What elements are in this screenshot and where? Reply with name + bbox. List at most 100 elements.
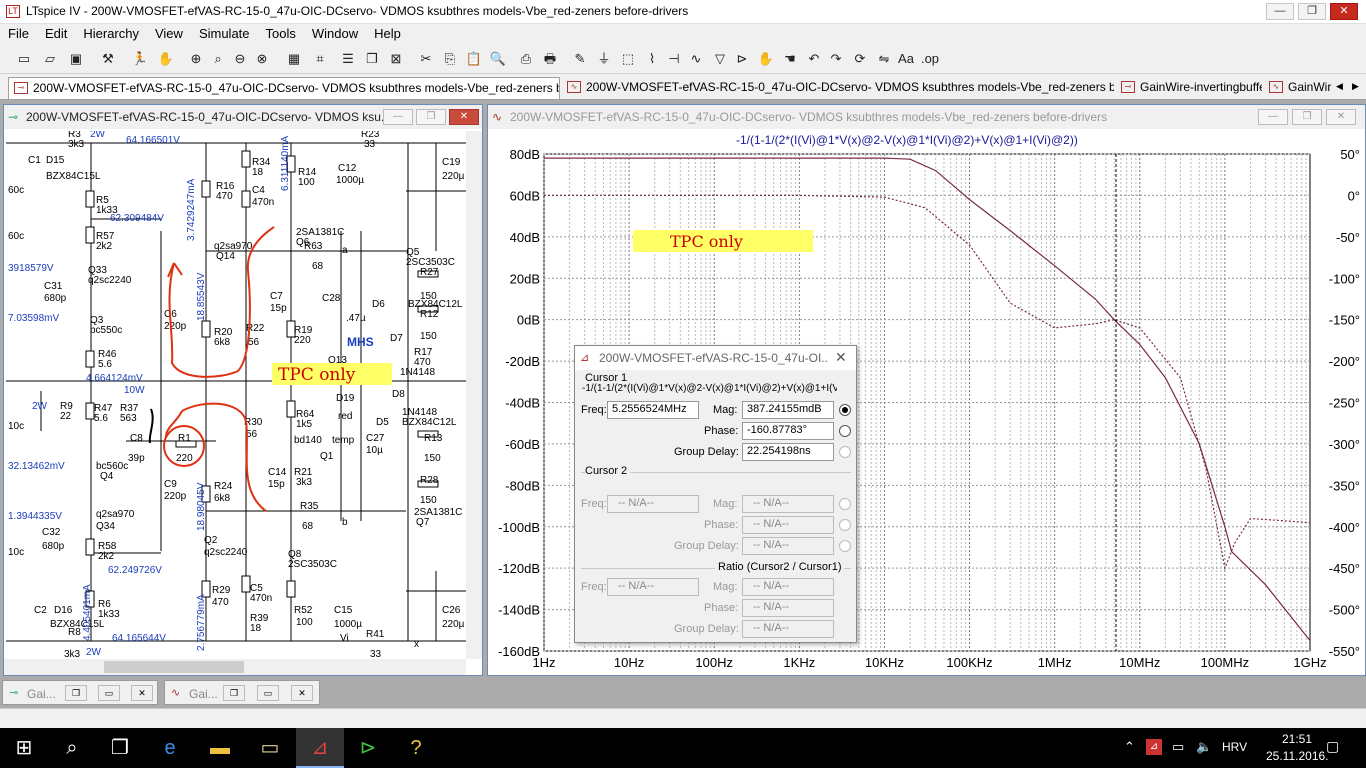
diode-icon[interactable]: ▽ bbox=[710, 49, 730, 69]
cursor1-gd-radio[interactable] bbox=[839, 446, 851, 458]
cursor2-group-delay-field[interactable]: -- N/A-- bbox=[742, 537, 834, 555]
menu-tools[interactable]: Tools bbox=[258, 24, 304, 44]
undo-icon[interactable]: ↶ bbox=[804, 49, 824, 69]
grid-icon[interactable]: ⌗ bbox=[310, 49, 330, 69]
ground-icon[interactable]: ⏚ bbox=[594, 49, 614, 69]
ratio-phase-field[interactable]: -- N/A-- bbox=[742, 599, 834, 617]
cursor1-group-delay-field[interactable]: 22.254198ns bbox=[742, 443, 834, 461]
paste-icon[interactable]: 📋 bbox=[464, 49, 484, 69]
autorange-icon[interactable]: ▦ bbox=[284, 49, 304, 69]
cursor1-phase-field[interactable]: -160.87783° bbox=[742, 422, 834, 440]
drag-icon[interactable]: ☚ bbox=[780, 49, 800, 69]
waveform-close-button[interactable]: ✕ bbox=[1326, 109, 1356, 125]
restore-icon[interactable]: ❐ bbox=[65, 685, 87, 701]
spice-directive-icon[interactable]: .op bbox=[920, 49, 940, 69]
clock-time[interactable]: 21:51 bbox=[1282, 732, 1312, 746]
zoom-pan-icon[interactable]: ⌕ bbox=[208, 49, 228, 69]
menu-view[interactable]: View bbox=[147, 24, 191, 44]
trace-expression-label[interactable]: -1/(1-1/(2*(I(Vi)@1*V(x)@2-V(x)@1*I(Vi)@… bbox=[736, 133, 1078, 147]
cursor1-freq-field[interactable]: 5.2556524MHz bbox=[607, 401, 699, 419]
schematic-horizontal-scrollbar[interactable] bbox=[4, 659, 466, 675]
restore-icon[interactable]: ❐ bbox=[223, 685, 245, 701]
capacitor-icon[interactable]: ⊣ bbox=[664, 49, 684, 69]
start-icon[interactable]: ⊞ bbox=[0, 728, 48, 768]
schematic-minimize-button[interactable]: — bbox=[383, 109, 413, 125]
help-taskbar-icon[interactable]: ? bbox=[392, 728, 440, 768]
tray-chevron-icon[interactable]: ⌃ bbox=[1124, 739, 1135, 755]
cursor2-phase-field[interactable]: -- N/A-- bbox=[742, 516, 834, 534]
schematic-close-button[interactable]: ✕ bbox=[449, 109, 479, 125]
close-window-icon[interactable]: ⊠ bbox=[386, 49, 406, 69]
tab-gainwire-2[interactable]: ∿ GainWir bbox=[1264, 77, 1332, 99]
minimized-window-2[interactable]: ∿ Gai... ❐ ▭ ✕ bbox=[164, 680, 320, 705]
ltspice-taskbar-icon[interactable]: ⊿ bbox=[296, 728, 344, 768]
rotate-icon[interactable]: ⟳ bbox=[850, 49, 870, 69]
pan-icon[interactable]: ✋ bbox=[156, 49, 176, 69]
run-icon[interactable]: 🏃 bbox=[130, 49, 150, 69]
language-indicator[interactable]: HRV bbox=[1222, 740, 1247, 754]
ratio-group-delay-field[interactable]: -- N/A-- bbox=[742, 620, 834, 638]
minimized-window-1[interactable]: ⊸ Gai... ❐ ▭ ✕ bbox=[2, 680, 158, 705]
zoom-out-icon[interactable]: ⊖ bbox=[230, 49, 250, 69]
cursor2-phase-radio[interactable] bbox=[839, 519, 851, 531]
ratio-freq-field[interactable]: -- N/A-- bbox=[607, 578, 699, 596]
search-icon[interactable]: ⌕ bbox=[48, 728, 96, 768]
menu-hierarchy[interactable]: Hierarchy bbox=[75, 24, 147, 44]
tile-horizontal-icon[interactable]: ☰ bbox=[338, 49, 358, 69]
cursor2-gd-radio[interactable] bbox=[839, 540, 851, 552]
move-icon[interactable]: ✋ bbox=[756, 49, 776, 69]
new-schematic-icon[interactable]: ▭ bbox=[14, 49, 34, 69]
inductor-icon[interactable]: ∿ bbox=[686, 49, 706, 69]
cursor1-phase-radio[interactable] bbox=[839, 425, 851, 437]
menu-edit[interactable]: Edit bbox=[37, 24, 75, 44]
mirror-icon[interactable]: ⇋ bbox=[874, 49, 894, 69]
open-icon[interactable]: ▱ bbox=[40, 49, 60, 69]
label-net-icon[interactable]: ⬚ bbox=[618, 49, 638, 69]
close-icon[interactable]: ✕ bbox=[131, 685, 153, 701]
cursor1-mag-radio[interactable] bbox=[839, 404, 851, 416]
schematic-restore-button[interactable]: ❐ bbox=[416, 109, 446, 125]
close-icon[interactable]: ✕ bbox=[291, 685, 313, 701]
cursor2-mag-field[interactable]: -- N/A-- bbox=[742, 495, 834, 513]
tab-waveform[interactable]: ∿ 200W-VMOSFET-efVAS-RC-15-0_47u-OIC-DCs… bbox=[562, 77, 1114, 99]
folder-icon[interactable]: ▭ bbox=[246, 728, 294, 768]
cut-icon[interactable]: ✂ bbox=[416, 49, 436, 69]
minimize-button[interactable]: — bbox=[1266, 3, 1294, 20]
close-icon[interactable]: ✕ bbox=[835, 349, 847, 366]
cursor1-mag-field[interactable]: 387.24155mdB bbox=[742, 401, 834, 419]
cascade-icon[interactable]: ❐ bbox=[362, 49, 382, 69]
menu-file[interactable]: File bbox=[0, 24, 37, 44]
tray-network-icon[interactable]: ▭ bbox=[1172, 739, 1184, 755]
tab-schematic[interactable]: ⊸ 200W-VMOSFET-efVAS-RC-15-0_47u-OIC-DCs… bbox=[8, 77, 560, 99]
waveform-restore-button[interactable]: ❐ bbox=[1292, 109, 1322, 125]
waveform-minimize-button[interactable]: — bbox=[1258, 109, 1288, 125]
cursor2-mag-radio[interactable] bbox=[839, 498, 851, 510]
tab-gainwire[interactable]: ⊸ GainWire-invertingbuffer bbox=[1116, 77, 1262, 99]
tray-volume-icon[interactable]: 🔈 bbox=[1196, 739, 1212, 755]
resistor-icon[interactable]: ⌇ bbox=[642, 49, 662, 69]
wire-icon[interactable]: ✎ bbox=[570, 49, 590, 69]
notifications-icon[interactable]: ▢ bbox=[1326, 738, 1339, 755]
maximize-button[interactable]: ❐ bbox=[1298, 3, 1326, 20]
maximize-icon[interactable]: ▭ bbox=[98, 685, 120, 701]
control-panel-icon[interactable]: ⚒ bbox=[98, 49, 118, 69]
menu-window[interactable]: Window bbox=[304, 24, 366, 44]
schematic-canvas[interactable]: R3 3k3 C1 D15 BZX84C15L R5 1k33 R57 2k2 … bbox=[6, 131, 468, 661]
zoom-in-icon[interactable]: ⊕ bbox=[186, 49, 206, 69]
task-view-icon[interactable]: ❐ bbox=[96, 728, 144, 768]
tab-scroll-left-icon[interactable]: ◀ bbox=[1336, 81, 1343, 92]
schematic-vertical-scrollbar[interactable] bbox=[466, 131, 482, 659]
component-icon[interactable]: ⊳ bbox=[732, 49, 752, 69]
ratio-mag-field[interactable]: -- N/A-- bbox=[742, 578, 834, 596]
redo-icon[interactable]: ↷ bbox=[826, 49, 846, 69]
print-icon[interactable]: 🖶 bbox=[540, 49, 560, 69]
menu-help[interactable]: Help bbox=[366, 24, 409, 44]
maximize-icon[interactable]: ▭ bbox=[257, 685, 279, 701]
tray-app-icon[interactable]: ⊿ bbox=[1146, 739, 1162, 755]
cursor2-freq-field[interactable]: -- N/A-- bbox=[607, 495, 699, 513]
menu-simulate[interactable]: Simulate bbox=[191, 24, 258, 44]
clock-date[interactable]: 25.11.2016. bbox=[1266, 749, 1329, 763]
zoom-fit-icon[interactable]: ⊗ bbox=[252, 49, 272, 69]
edge-icon[interactable]: e bbox=[146, 728, 194, 768]
find-icon[interactable]: 🔍 bbox=[488, 49, 508, 69]
